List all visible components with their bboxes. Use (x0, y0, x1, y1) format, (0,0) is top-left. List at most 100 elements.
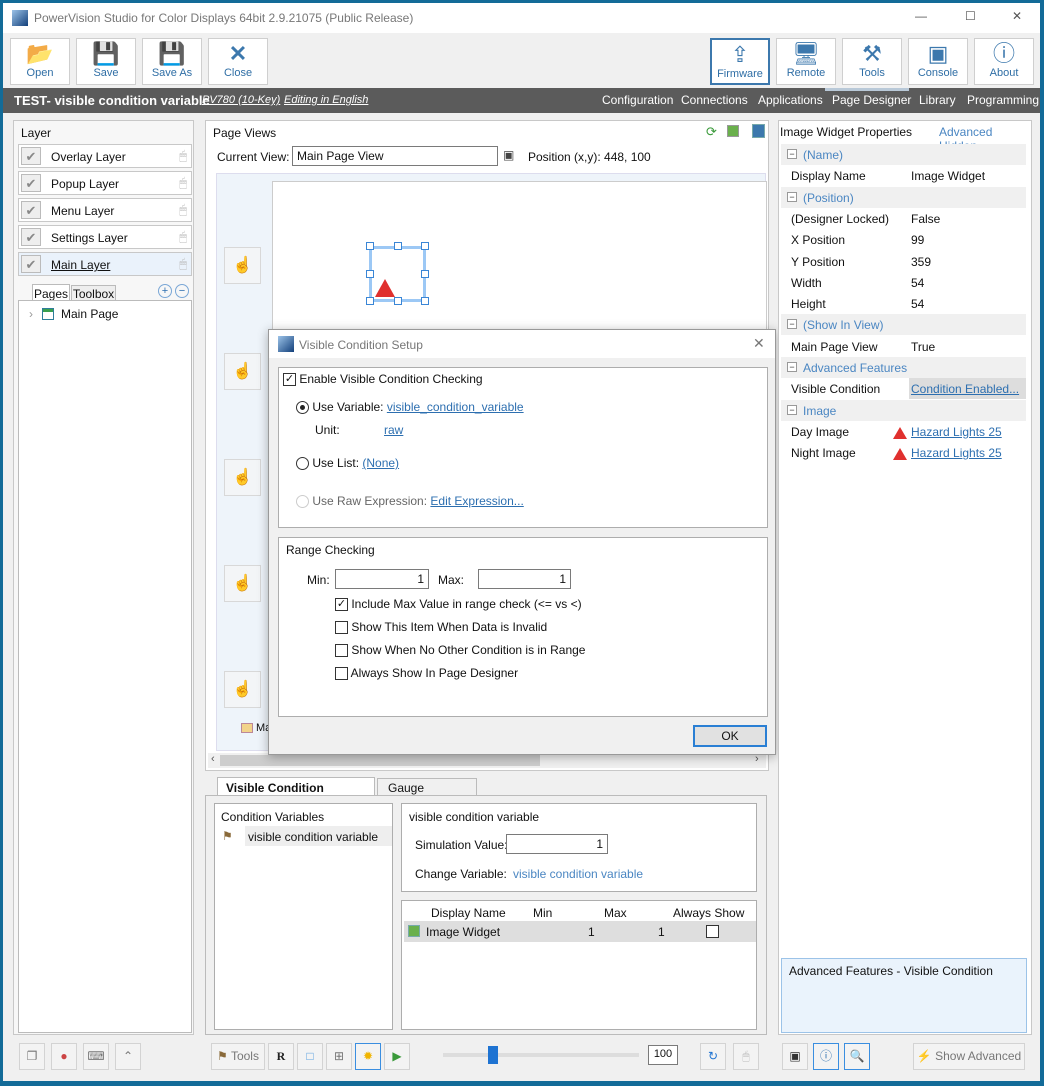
device-link[interactable]: PV780 (10-Key) (202, 94, 280, 106)
use-variable-radio[interactable] (296, 401, 309, 415)
show-no-other-checkbox[interactable] (335, 644, 348, 658)
language-link[interactable]: Editing in English (284, 94, 368, 106)
use-list-radio[interactable] (296, 457, 309, 471)
hand-tool-button[interactable]: ☝ (224, 247, 261, 284)
refresh-icon[interactable]: ⟳ (706, 124, 717, 140)
property-row[interactable]: Display Name Image Widget (781, 165, 1026, 186)
layer-visible-checkbox[interactable]: ✔ (21, 255, 41, 273)
layer-menu[interactable]: ✔ Menu Layer 🖱 (18, 198, 192, 222)
ok-button[interactable]: OK (693, 725, 767, 747)
collapse-icon[interactable]: − (787, 191, 797, 202)
save-button[interactable]: 💾 Save (76, 38, 136, 85)
play-button[interactable]: ▶ (384, 1043, 410, 1070)
property-row[interactable]: Width 54 (781, 272, 1026, 293)
mouse-icon[interactable]: 🖱 (179, 148, 187, 164)
tab-applications[interactable]: Applications (758, 93, 823, 107)
tab-toolbox[interactable]: Toolbox (71, 285, 116, 301)
scroll-left-icon[interactable]: ‹ (211, 753, 215, 765)
show-advanced-button[interactable]: ⚡ Show Advanced (913, 1043, 1025, 1070)
mouse-button[interactable]: 🖱 (733, 1043, 759, 1070)
list-link[interactable]: (None) (362, 456, 399, 470)
horizontal-scrollbar[interactable]: ‹ › (208, 753, 766, 768)
property-value[interactable]: Hazard Lights 25 (911, 446, 1002, 460)
sync-button[interactable]: ↻ (700, 1043, 726, 1070)
collapse-icon[interactable]: − (787, 362, 797, 372)
collapse-icon[interactable]: − (787, 319, 797, 330)
col-always-show[interactable]: Always Show (673, 906, 744, 920)
close-button[interactable]: ✕ Close (208, 38, 268, 85)
add-page-button[interactable]: + (158, 284, 172, 298)
magnifier-icon[interactable]: 🔍 (844, 1043, 870, 1070)
selected-image-widget[interactable] (369, 246, 426, 302)
layer-overlay[interactable]: ✔ Overlay Layer 🖱 (18, 144, 192, 168)
current-view-input[interactable]: Main Page View (292, 146, 498, 166)
image-icon[interactable] (727, 125, 739, 137)
layer-visible-checkbox[interactable]: ✔ (21, 228, 41, 246)
property-category[interactable]: − (Position) (781, 186, 1026, 208)
resize-handle[interactable] (366, 242, 374, 250)
hand-tool-button[interactable]: ☝ (224, 671, 261, 708)
property-row[interactable]: X Position 99 (781, 229, 1026, 250)
mouse-icon[interactable]: 🖱 (179, 175, 187, 191)
variable-link[interactable]: visible_condition_variable (387, 400, 524, 414)
table-row[interactable]: Image Widget 1 1 (404, 921, 756, 942)
r-button[interactable]: R (268, 1043, 294, 1070)
hand-tool-button[interactable]: ☝ (224, 353, 261, 390)
property-row[interactable]: (Designer Locked) False (781, 208, 1026, 229)
tab-gauge-variables[interactable]: Gauge Variables (377, 778, 477, 809)
hand-tool-button[interactable]: ☝ (224, 565, 261, 602)
scrollbar-thumb[interactable] (220, 755, 540, 766)
always-show-designer-checkbox[interactable] (335, 667, 348, 681)
collapse-icon[interactable]: − (787, 404, 797, 415)
tab-configuration[interactable]: Configuration (602, 93, 673, 107)
expand-chevron-icon[interactable]: › (29, 307, 33, 321)
open-button[interactable]: 📂 Open (10, 38, 70, 85)
save-view-icon[interactable] (752, 124, 765, 138)
property-category[interactable]: − (Show In View) (781, 314, 1026, 336)
simulation-value-input[interactable]: 1 (506, 834, 608, 854)
property-row[interactable]: Night Image Hazard Lights 25 (781, 442, 1026, 463)
use-raw-expression-radio[interactable] (296, 495, 309, 509)
layers-color-icon[interactable]: ● (51, 1043, 77, 1070)
tab-programming[interactable]: Programming (967, 93, 1039, 107)
mouse-icon[interactable]: 🖱 (179, 229, 187, 245)
maximize-button[interactable]: ☐ (965, 9, 976, 23)
console-button[interactable]: ▣ Console (908, 38, 968, 85)
min-input[interactable]: 1 (335, 569, 429, 589)
tools-menu-button[interactable]: ⚑ Tools (211, 1043, 265, 1070)
save-as-button[interactable]: 💾 Save As (142, 38, 202, 85)
close-window-button[interactable]: ✕ (1012, 9, 1022, 23)
tools-button[interactable]: ⚒ Tools (842, 38, 902, 85)
col-max[interactable]: Max (604, 906, 627, 920)
enable-checkbox[interactable]: ✓ (283, 373, 296, 387)
resize-handle[interactable] (394, 242, 402, 250)
property-category[interactable]: − Advanced Features (781, 357, 1026, 378)
max-input[interactable]: 1 (478, 569, 571, 589)
zoom-slider-thumb[interactable] (488, 1046, 498, 1064)
edit-expression-link[interactable]: Edit Expression... (430, 494, 523, 508)
property-row[interactable]: Height 54 (781, 293, 1026, 314)
resize-handle[interactable] (366, 297, 374, 305)
always-show-checkbox[interactable] (706, 925, 719, 938)
property-row[interactable]: Visible Condition Condition Enabled... (781, 378, 1026, 400)
property-value[interactable]: Condition Enabled... (911, 382, 1019, 396)
resize-handle[interactable] (421, 242, 429, 250)
layer-popup[interactable]: ✔ Popup Layer 🖱 (18, 171, 192, 195)
property-category[interactable]: − Image (781, 399, 1026, 421)
collapse-icon[interactable]: − (787, 149, 797, 159)
tab-library[interactable]: Library (919, 93, 956, 107)
mouse-icon[interactable]: 🖱 (179, 202, 187, 218)
resize-handle[interactable] (394, 297, 402, 305)
hand-tool-button[interactable]: ☝ (224, 459, 261, 496)
col-min[interactable]: Min (533, 906, 552, 920)
binoculars-icon[interactable]: ▣ (503, 148, 514, 162)
resize-handle[interactable] (421, 270, 429, 278)
show-invalid-checkbox[interactable] (335, 621, 348, 635)
tree-item-main-page[interactable]: Main Page (61, 307, 118, 321)
dialog-close-button[interactable]: ✕ (753, 335, 765, 352)
layer-visible-checkbox[interactable]: ✔ (21, 174, 41, 192)
keyboard-icon[interactable]: ⌨ (83, 1043, 109, 1070)
collapse-up-icon[interactable]: ⌃ (115, 1043, 141, 1070)
tab-connections[interactable]: Connections (681, 93, 748, 107)
tab-page-designer[interactable]: Page Designer (832, 93, 911, 107)
